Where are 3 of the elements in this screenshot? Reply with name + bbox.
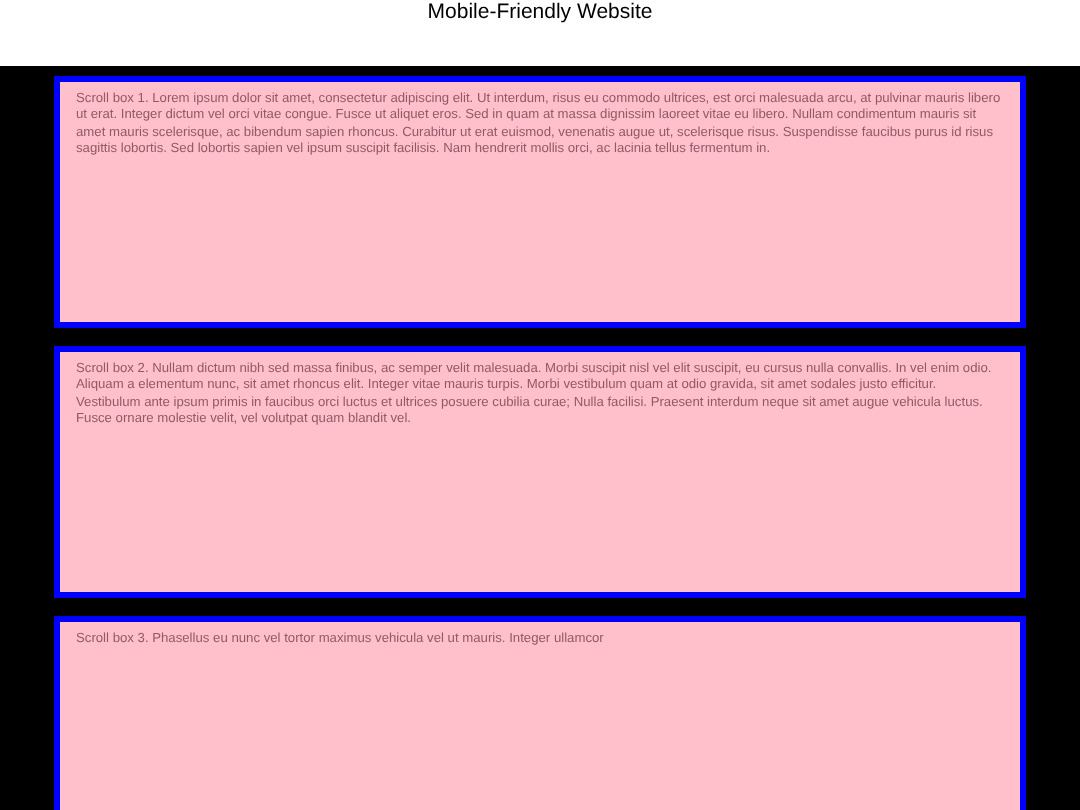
scroll-box[interactable] — [54, 76, 1026, 328]
scroll-box[interactable] — [54, 346, 1026, 598]
page-title: Mobile-Friendly Website — [427, 0, 653, 24]
